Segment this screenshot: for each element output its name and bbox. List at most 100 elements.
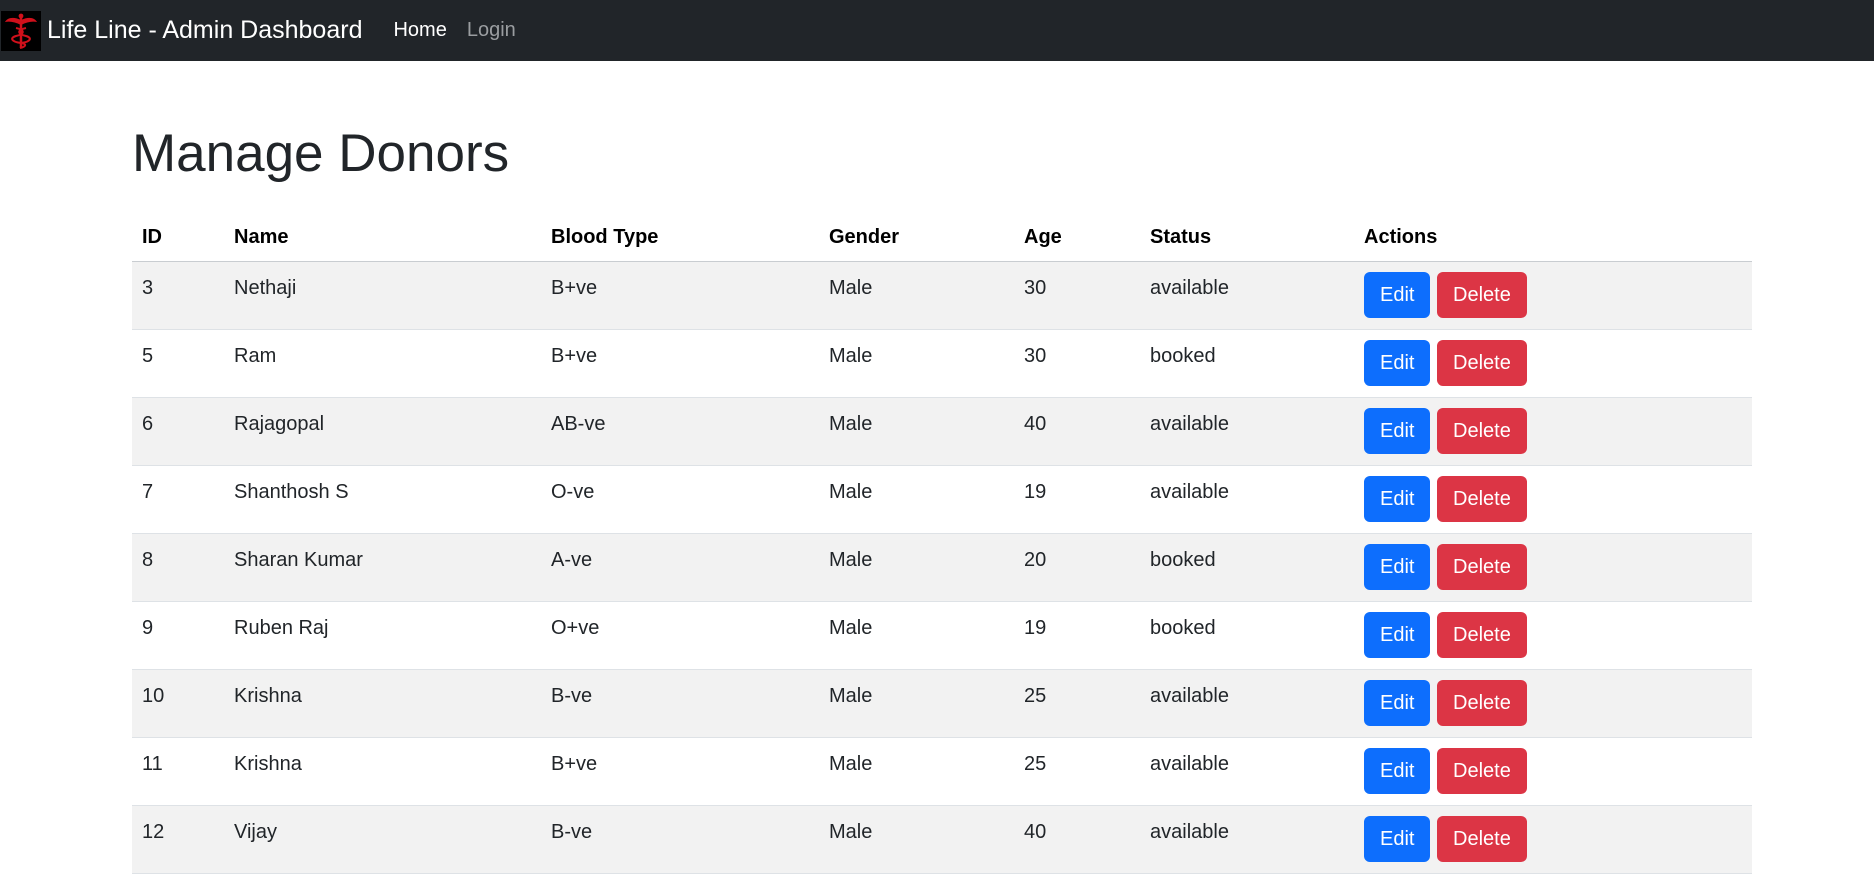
edit-button[interactable]: Edit [1364, 340, 1431, 386]
table-row: 12 Vijay B-ve Male 40 available Edit Del… [132, 805, 1752, 874]
cell-actions: Edit Delete [1354, 329, 1752, 398]
cell-id: 8 [132, 533, 224, 602]
cell-age: 40 [1014, 805, 1140, 874]
cell-status: available [1140, 737, 1354, 806]
table-row: 11 Krishna B+ve Male 25 available Edit D… [132, 737, 1752, 806]
cell-age: 30 [1014, 329, 1140, 398]
delete-button[interactable]: Delete [1437, 340, 1527, 386]
edit-button[interactable]: Edit [1364, 748, 1431, 794]
cell-actions: Edit Delete [1354, 737, 1752, 806]
cell-blood-type: B+ve [541, 261, 819, 330]
cell-status: available [1140, 261, 1354, 330]
cell-blood-type: AB-ve [541, 397, 819, 466]
cell-blood-type: B+ve [541, 329, 819, 398]
cell-age: 19 [1014, 601, 1140, 670]
cell-gender: Male [819, 669, 1014, 738]
cell-name: Krishna [224, 737, 541, 806]
navbar-brand[interactable]: Life Line - Admin Dashboard [0, 0, 362, 61]
edit-button[interactable]: Edit [1364, 476, 1431, 522]
cell-blood-type: O-ve [541, 465, 819, 534]
cell-status: booked [1140, 533, 1354, 602]
column-header-gender: Gender [819, 214, 1014, 262]
table-row: 7 Shanthosh S O-ve Male 19 available Edi… [132, 465, 1752, 534]
cell-id: 11 [132, 737, 224, 806]
table-row: 10 Krishna B-ve Male 25 available Edit D… [132, 669, 1752, 738]
delete-button[interactable]: Delete [1437, 272, 1527, 318]
cell-actions: Edit Delete [1354, 397, 1752, 466]
donors-table-container: ID Name Blood Type Gender Age Status Act… [132, 214, 1752, 874]
delete-button[interactable]: Delete [1437, 680, 1527, 726]
cell-status: available [1140, 465, 1354, 534]
cell-status: booked [1140, 329, 1354, 398]
cell-gender: Male [819, 397, 1014, 466]
donors-table: ID Name Blood Type Gender Age Status Act… [132, 214, 1752, 874]
column-header-name: Name [224, 214, 541, 262]
table-header: ID Name Blood Type Gender Age Status Act… [132, 214, 1752, 262]
cell-name: Krishna [224, 669, 541, 738]
delete-button[interactable]: Delete [1437, 544, 1527, 590]
cell-name: Sharan Kumar [224, 533, 541, 602]
column-header-status: Status [1140, 214, 1354, 262]
edit-button[interactable]: Edit [1364, 272, 1431, 318]
column-header-actions: Actions [1354, 214, 1752, 262]
cell-name: Vijay [224, 805, 541, 874]
cell-actions: Edit Delete [1354, 669, 1752, 738]
cell-gender: Male [819, 737, 1014, 806]
edit-button[interactable]: Edit [1364, 816, 1431, 862]
cell-id: 3 [132, 261, 224, 330]
table-row: 8 Sharan Kumar A-ve Male 20 booked Edit … [132, 533, 1752, 602]
delete-button[interactable]: Delete [1437, 612, 1527, 658]
cell-gender: Male [819, 533, 1014, 602]
table-row: 6 Rajagopal AB-ve Male 40 available Edit… [132, 397, 1752, 466]
table-row: 9 Ruben Raj O+ve Male 19 booked Edit Del… [132, 601, 1752, 670]
cell-age: 25 [1014, 669, 1140, 738]
cell-id: 7 [132, 465, 224, 534]
cell-age: 25 [1014, 737, 1140, 806]
delete-button[interactable]: Delete [1437, 476, 1527, 522]
nav-link-home[interactable]: Home [393, 19, 446, 42]
cell-name: Ruben Raj [224, 601, 541, 670]
cell-status: available [1140, 805, 1354, 874]
caduceus-icon [1, 10, 41, 51]
cell-status: booked [1140, 601, 1354, 670]
edit-button[interactable]: Edit [1364, 680, 1431, 726]
cell-name: Nethaji [224, 261, 541, 330]
delete-button[interactable]: Delete [1437, 748, 1527, 794]
cell-blood-type: B-ve [541, 805, 819, 874]
cell-age: 40 [1014, 397, 1140, 466]
cell-age: 30 [1014, 261, 1140, 330]
cell-id: 12 [132, 805, 224, 874]
cell-actions: Edit Delete [1354, 261, 1752, 330]
cell-status: available [1140, 397, 1354, 466]
cell-name: Rajagopal [224, 397, 541, 466]
nav-link-login[interactable]: Login [467, 19, 516, 42]
cell-age: 20 [1014, 533, 1140, 602]
delete-button[interactable]: Delete [1437, 408, 1527, 454]
cell-gender: Male [819, 601, 1014, 670]
cell-gender: Male [819, 465, 1014, 534]
column-header-blood-type: Blood Type [541, 214, 819, 262]
edit-button[interactable]: Edit [1364, 544, 1431, 590]
cell-blood-type: B-ve [541, 669, 819, 738]
cell-id: 10 [132, 669, 224, 738]
delete-button[interactable]: Delete [1437, 816, 1527, 862]
cell-id: 6 [132, 397, 224, 466]
edit-button[interactable]: Edit [1364, 612, 1431, 658]
edit-button[interactable]: Edit [1364, 408, 1431, 454]
cell-name: Ram [224, 329, 541, 398]
cell-gender: Male [819, 805, 1014, 874]
brand-title: Life Line - Admin Dashboard [47, 16, 363, 44]
cell-blood-type: O+ve [541, 601, 819, 670]
cell-status: available [1140, 669, 1354, 738]
page-title: Manage Donors [132, 124, 510, 183]
column-header-age: Age [1014, 214, 1140, 262]
column-header-id: ID [132, 214, 224, 262]
cell-blood-type: B+ve [541, 737, 819, 806]
cell-gender: Male [819, 261, 1014, 330]
cell-actions: Edit Delete [1354, 601, 1752, 670]
cell-age: 19 [1014, 465, 1140, 534]
table-header-row: ID Name Blood Type Gender Age Status Act… [132, 214, 1752, 262]
cell-id: 9 [132, 601, 224, 670]
top-navbar: Life Line - Admin Dashboard Home Login [0, 0, 1874, 61]
cell-actions: Edit Delete [1354, 465, 1752, 534]
